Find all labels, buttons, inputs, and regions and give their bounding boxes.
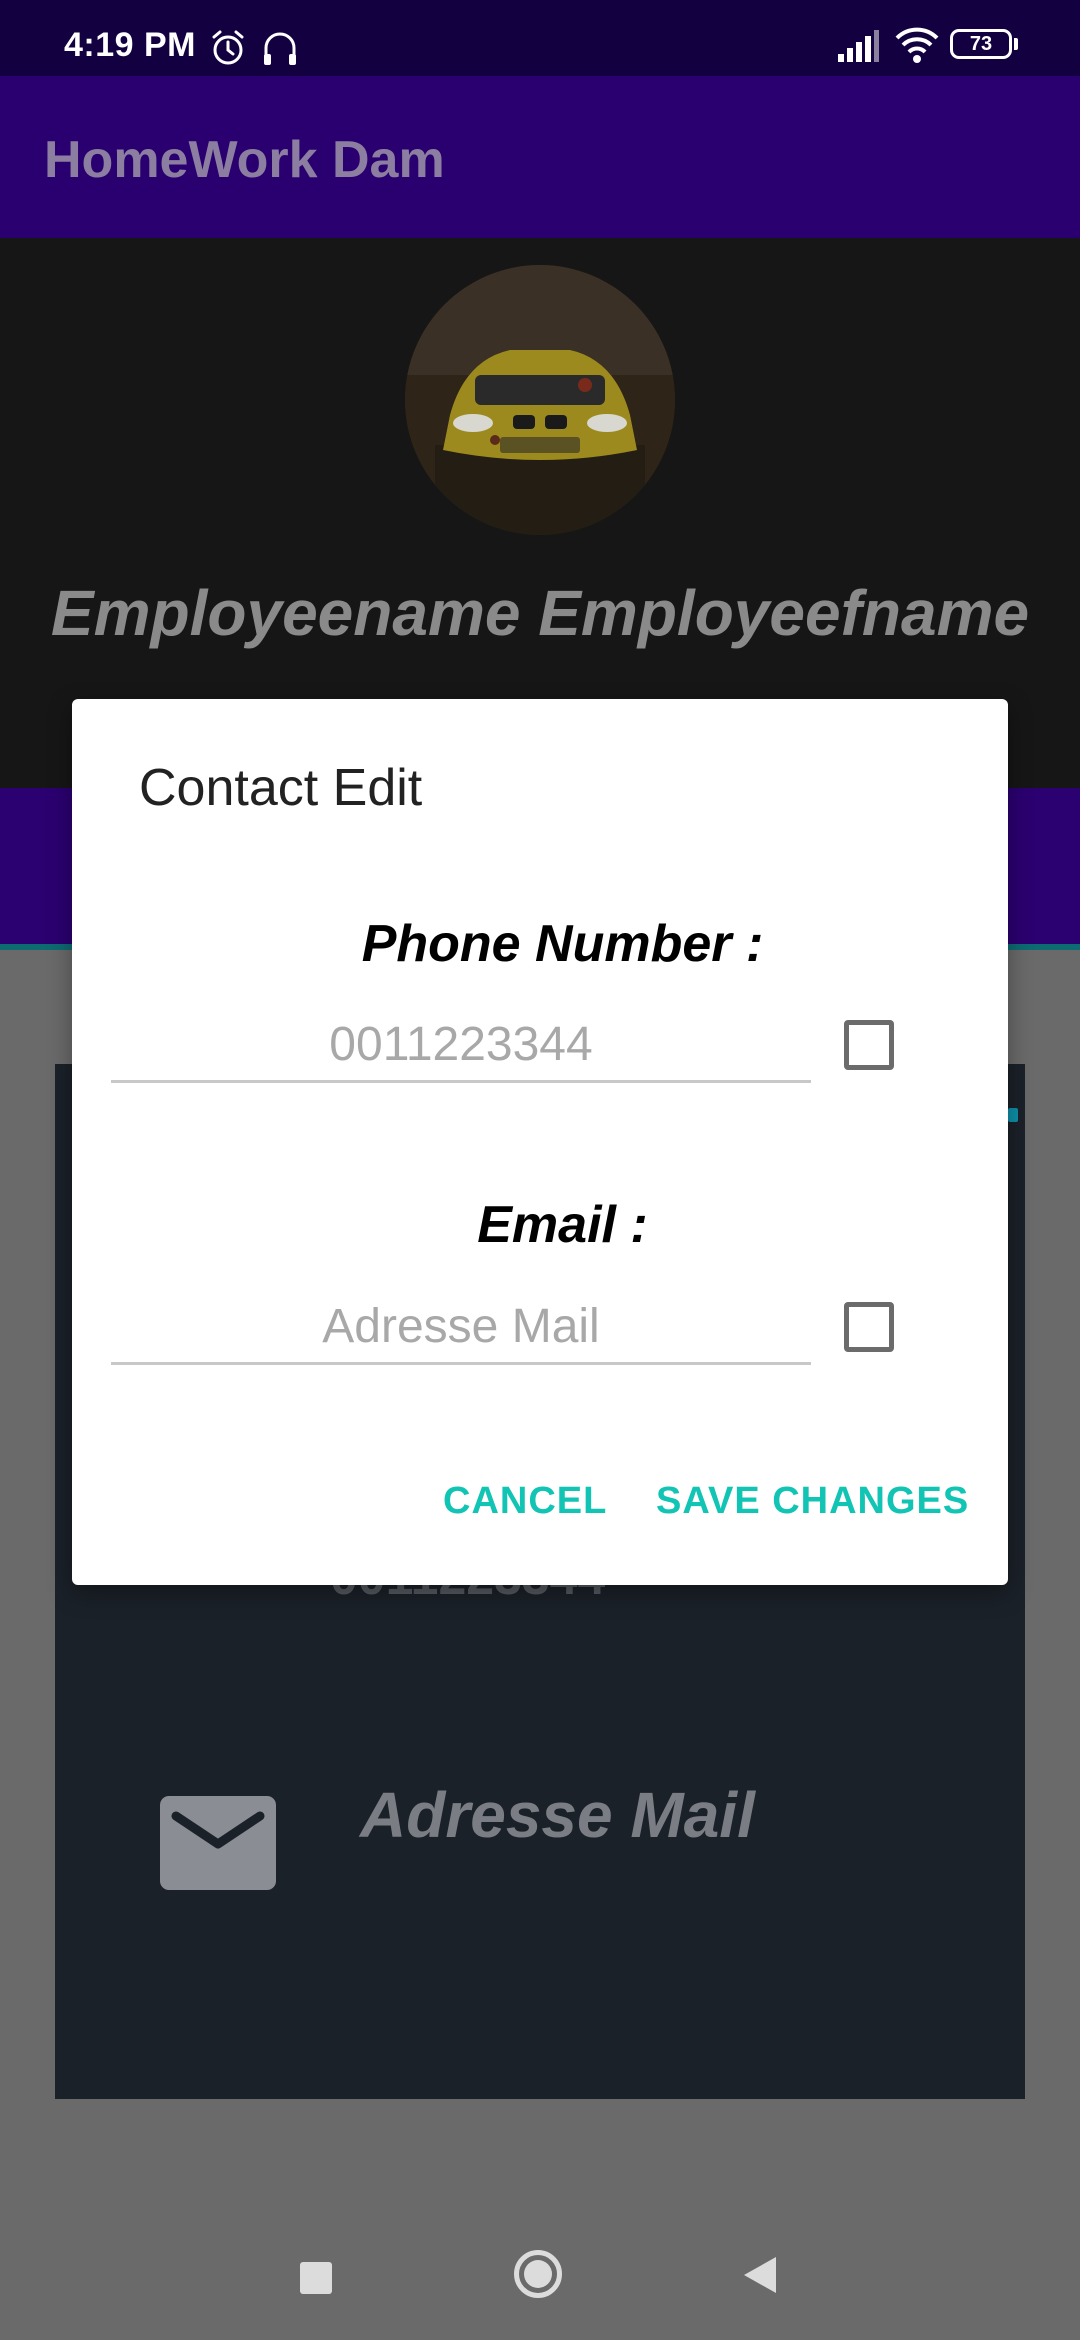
email-label: Email : — [477, 1196, 648, 1254]
phone-checkbox[interactable] — [844, 1020, 894, 1070]
back-icon[interactable] — [742, 2255, 778, 2295]
dialog-title: Contact Edit — [139, 759, 423, 817]
signal-icon — [838, 30, 879, 62]
headset-icon — [264, 32, 296, 65]
app-title: HomeWork Dam — [44, 131, 445, 189]
battery-level: 73 — [969, 33, 993, 55]
save-changes-button[interactable]: SAVE CHANGES — [656, 1480, 969, 1523]
status-time: 4:19 PM — [64, 26, 196, 64]
cancel-button[interactable]: CANCEL — [443, 1480, 607, 1523]
alarm-icon — [212, 30, 244, 65]
avatar — [405, 265, 675, 535]
contact-edit-dialog — [72, 699, 1008, 1585]
employee-name: Employeename Employeefname — [50, 577, 1030, 649]
card-email-value: Adresse Mail — [360, 1779, 755, 1851]
email-input[interactable] — [111, 1290, 811, 1365]
email-checkbox[interactable] — [844, 1302, 894, 1352]
battery-tip — [1014, 38, 1018, 50]
wifi-icon — [895, 27, 939, 63]
card-accent — [1008, 1108, 1018, 1122]
mail-icon — [160, 1796, 276, 1890]
car-photo — [405, 265, 675, 535]
phone-label: Phone Number : — [361, 915, 764, 973]
battery-icon: 73 — [950, 29, 1012, 59]
home-icon-dot — [524, 2260, 552, 2288]
phone-input[interactable] — [111, 1008, 811, 1083]
recents-icon[interactable] — [300, 2262, 332, 2294]
